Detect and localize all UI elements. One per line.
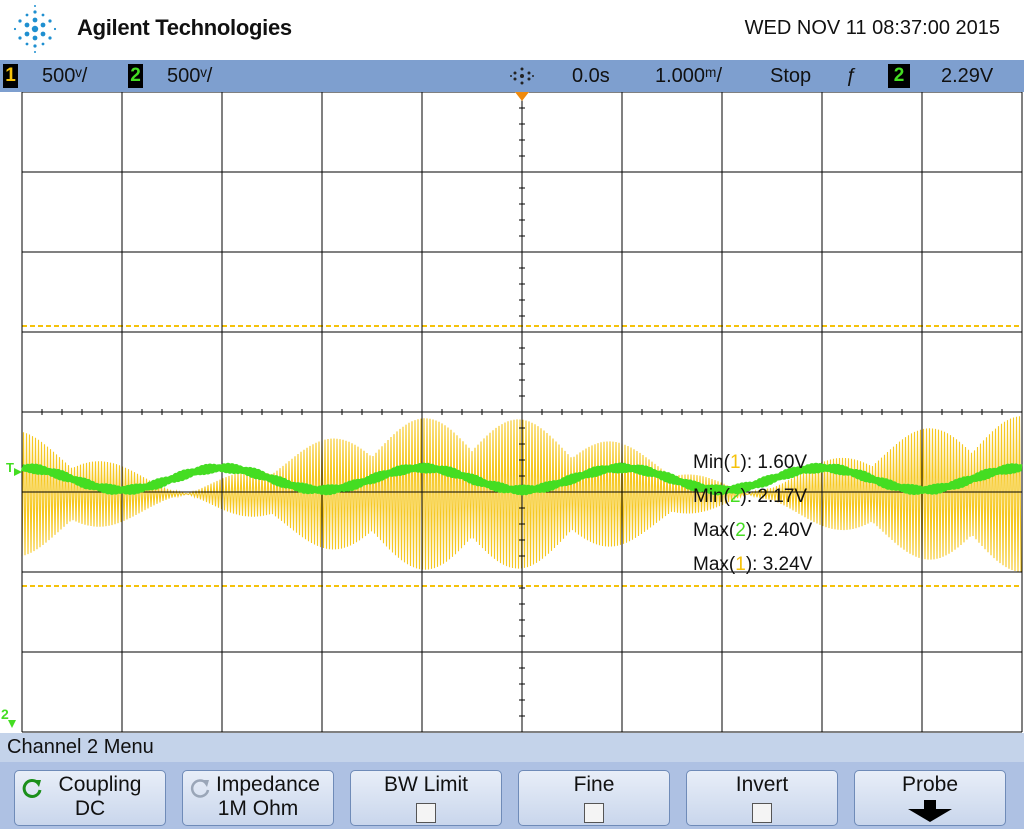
ch1-indicator[interactable]: 1 <box>3 64 18 88</box>
fine-softkey[interactable]: Fine <box>518 770 670 826</box>
ch2-indicator[interactable]: 2 <box>128 64 143 88</box>
trigger-slope-icon: ƒ <box>846 65 858 87</box>
invert-checkbox[interactable] <box>752 803 772 823</box>
trigger-source-indicator[interactable]: 2 <box>888 64 910 88</box>
acquire-spark-icon <box>510 67 534 85</box>
measurement-min-ch1: Min(1): 1.60V <box>693 452 808 473</box>
trigger-level-arrow <box>14 468 22 476</box>
submenu-arrow-down-icon <box>908 800 952 822</box>
ch2-ground-marker: 2 <box>1 706 9 722</box>
bw-limit-softkey[interactable]: BW Limit <box>350 770 502 826</box>
measurement-max-ch1: Max(1): 3.24V <box>693 554 813 575</box>
ch2-ground-arrow <box>8 720 16 728</box>
title-bar: Agilent Technologies WED NOV 11 08:37:00… <box>0 0 1024 60</box>
delay-value: 0.0s <box>572 65 610 87</box>
bw-limit-checkbox[interactable] <box>416 803 436 823</box>
menu-title: Channel 2 Menu <box>7 736 154 758</box>
run-state: Stop <box>770 65 812 87</box>
impedance-softkey[interactable]: Impedance 1M Ohm <box>182 770 334 826</box>
coupling-softkey[interactable]: Coupling DC <box>14 770 166 826</box>
measurement-max-ch2: Max(2): 2.40V <box>693 520 813 541</box>
timebase-value: 1.000ᵐ/ <box>655 65 723 87</box>
brand-name: Agilent Technologies <box>77 15 292 40</box>
fine-checkbox[interactable] <box>584 803 604 823</box>
ch2-scale: 500ᵛ/ <box>167 65 213 87</box>
invert-softkey[interactable]: Invert <box>686 770 838 826</box>
trigger-level: 2.29V <box>941 65 994 87</box>
agilent-spark-logo-icon <box>13 5 57 53</box>
trigger-position-marker <box>515 92 529 101</box>
softkey-bar: Coupling DC Impedance 1M Ohm BW Limit Fi… <box>0 762 1024 829</box>
waveform-display[interactable]: T 2 <box>0 91 1024 733</box>
probe-softkey[interactable]: Probe <box>854 770 1006 826</box>
graticule <box>8 91 1024 733</box>
trigger-level-marker: T <box>6 460 14 475</box>
measurement-min-ch2: Min(2): 2.17V <box>693 486 808 507</box>
ch1-scale: 500ᵛ/ <box>42 65 88 87</box>
date-time: WED NOV 11 08:37:00 2015 <box>744 17 1000 39</box>
menu-title-bar: Channel 2 Menu <box>0 733 1024 762</box>
